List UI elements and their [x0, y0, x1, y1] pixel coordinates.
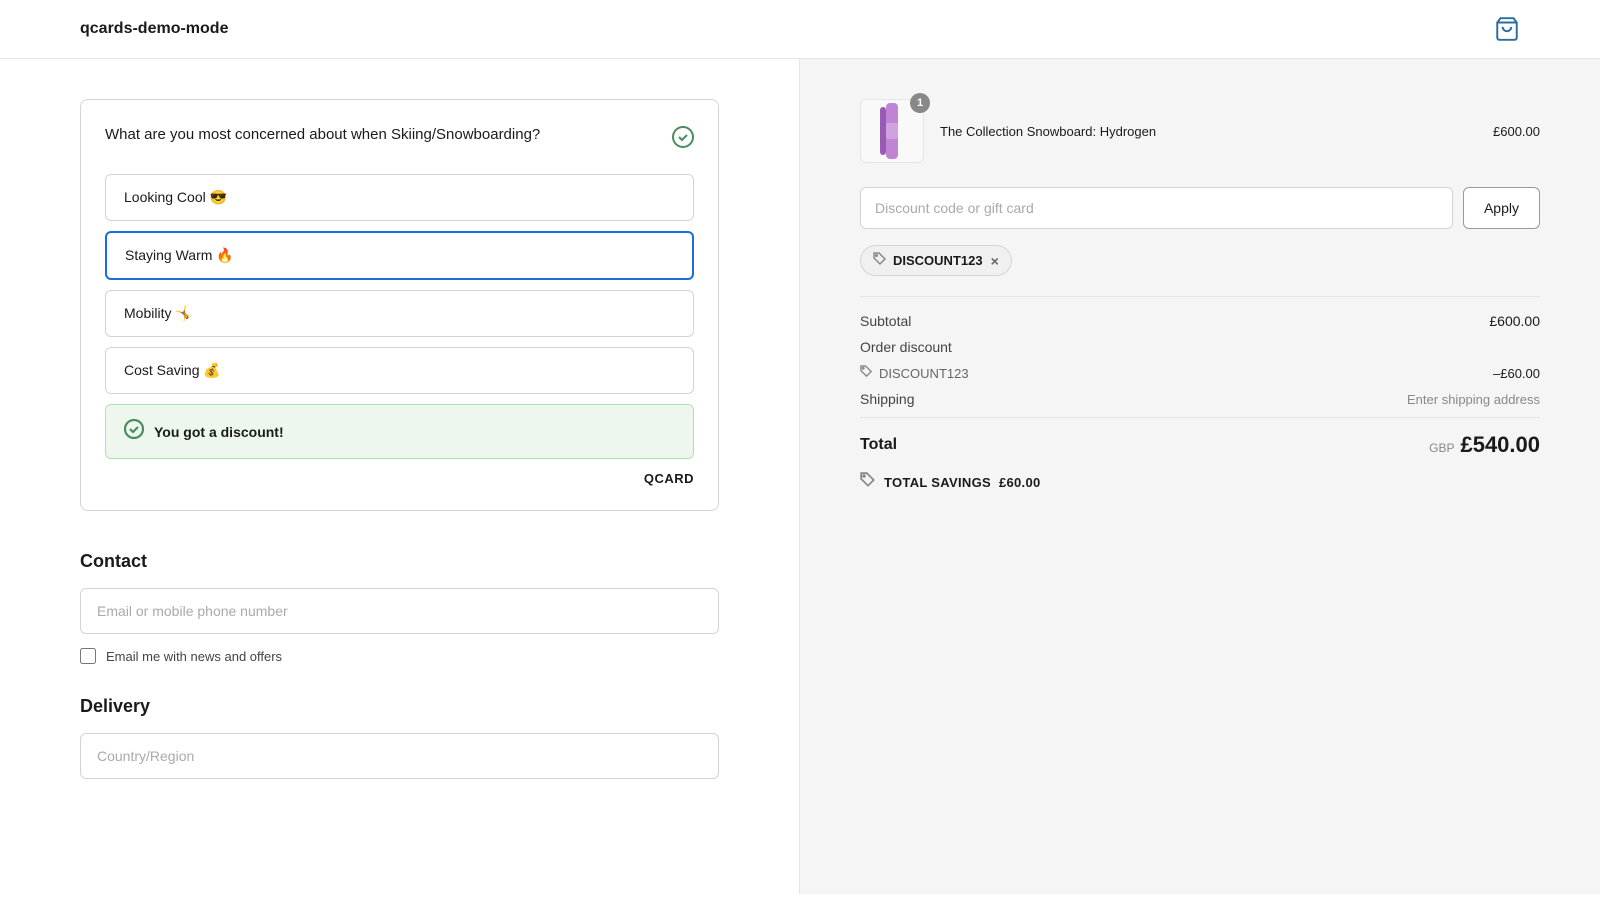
main-layout: What are you most concerned about when S…: [0, 59, 1600, 894]
shipping-value: Enter shipping address: [1407, 392, 1540, 407]
totals-section: Subtotal £600.00 Order discount DISCOUNT…: [860, 296, 1540, 493]
order-item: 1 The Collection Snowboard: Hydrogen £60…: [860, 99, 1540, 163]
applied-code-text: DISCOUNT123: [893, 253, 983, 268]
check-circle-icon: [672, 126, 694, 154]
email-input[interactable]: [80, 588, 719, 634]
discount-code-name: DISCOUNT123: [879, 366, 969, 381]
subtotal-value: £600.00: [1489, 313, 1540, 329]
email-checkbox-row: Email me with news and offers: [80, 648, 719, 664]
subtotal-label: Subtotal: [860, 313, 911, 329]
qcard-header: What are you most concerned about when S…: [105, 124, 694, 154]
savings-icon: [860, 472, 876, 493]
option-staying-warm[interactable]: Staying Warm 🔥: [105, 231, 694, 280]
order-discount-label: Order discount: [860, 339, 952, 355]
order-discount-row: Order discount: [860, 339, 1540, 355]
email-checkbox-label: Email me with news and offers: [106, 649, 282, 664]
logo: qcards-demo-mode: [80, 20, 228, 38]
product-name: The Collection Snowboard: Hydrogen: [940, 124, 1156, 139]
cart-icon[interactable]: [1494, 16, 1520, 42]
total-label: Total: [860, 436, 897, 454]
total-value-group: GBP £540.00: [1429, 432, 1540, 458]
discount-check-icon: [124, 419, 144, 444]
product-info: The Collection Snowboard: Hydrogen: [940, 123, 1477, 139]
left-panel: What are you most concerned about when S…: [0, 59, 800, 894]
savings-value: £60.00: [999, 475, 1041, 490]
savings-badge: TOTAL SAVINGS £60.00: [860, 472, 1540, 493]
product-badge: 1: [910, 93, 930, 113]
total-final-row: Total GBP £540.00: [860, 417, 1540, 458]
discount-amount: –£60.00: [1493, 366, 1540, 381]
product-price: £600.00: [1493, 124, 1540, 139]
shipping-row: Shipping Enter shipping address: [860, 391, 1540, 407]
discount-code-row: DISCOUNT123 –£60.00: [860, 365, 1540, 381]
email-checkbox[interactable]: [80, 648, 96, 664]
shipping-label: Shipping: [860, 391, 915, 407]
contact-section: Contact Email me with news and offers: [80, 551, 719, 664]
qcard-question: What are you most concerned about when S…: [105, 124, 540, 147]
options-list: Looking Cool 😎 Staying Warm 🔥 Mobility 🤸…: [105, 174, 694, 394]
apply-button[interactable]: Apply: [1463, 187, 1540, 229]
snowboard-image: [874, 103, 910, 159]
right-panel: 1 The Collection Snowboard: Hydrogen £60…: [800, 59, 1600, 894]
tag-icon: [873, 252, 887, 269]
product-image-container: 1: [860, 99, 924, 163]
discount-input-row: Apply: [860, 187, 1540, 229]
qcard-branding: QCARD: [105, 471, 694, 486]
country-input[interactable]: [80, 733, 719, 779]
delivery-title: Delivery: [80, 696, 719, 717]
applied-discount-tag: DISCOUNT123 ×: [860, 245, 1012, 276]
qcard-widget: What are you most concerned about when S…: [80, 99, 719, 511]
total-currency: GBP: [1429, 441, 1454, 455]
savings-label: TOTAL SAVINGS: [884, 475, 991, 490]
option-cost-saving[interactable]: Cost Saving 💰: [105, 347, 694, 394]
discount-banner: You got a discount!: [105, 404, 694, 459]
total-amount: £540.00: [1460, 432, 1540, 458]
contact-title: Contact: [80, 551, 719, 572]
subtotal-row: Subtotal £600.00: [860, 313, 1540, 329]
remove-discount-button[interactable]: ×: [991, 253, 999, 269]
discount-code-icon: [860, 365, 873, 381]
delivery-section: Delivery: [80, 696, 719, 779]
discount-banner-text: You got a discount!: [154, 424, 284, 440]
option-mobility[interactable]: Mobility 🤸: [105, 290, 694, 337]
header: qcards-demo-mode: [0, 0, 1600, 59]
discount-input[interactable]: [860, 187, 1453, 229]
option-looking-cool[interactable]: Looking Cool 😎: [105, 174, 694, 221]
